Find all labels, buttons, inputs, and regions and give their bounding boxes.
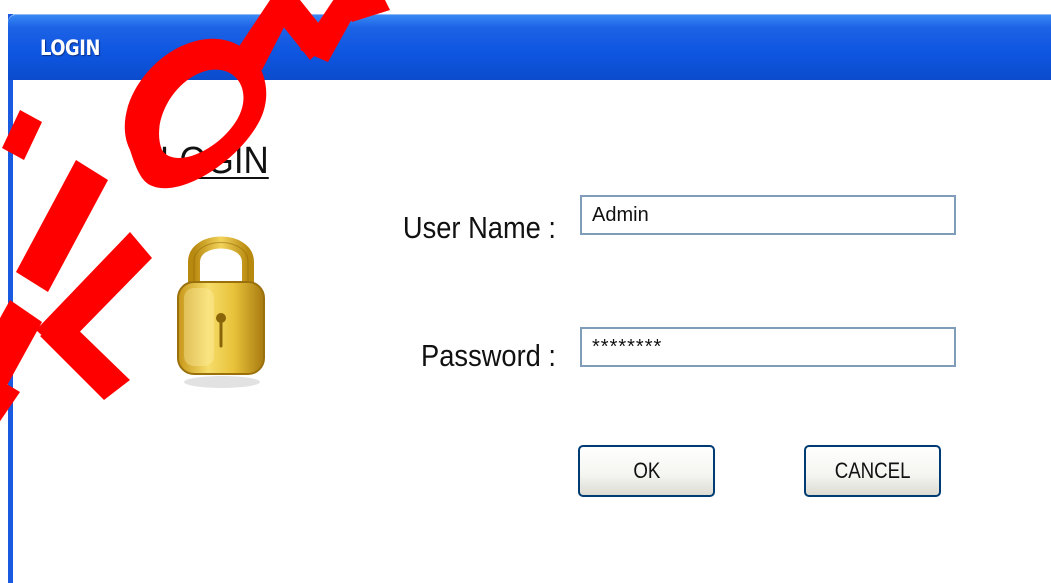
login-window: LOGIN: [8, 14, 1051, 583]
cancel-button-label: CANCEL: [834, 458, 911, 483]
password-label: Password :: [421, 338, 556, 373]
padlock-icon: [177, 236, 265, 388]
ok-button-label: OK: [632, 458, 661, 483]
username-input[interactable]: [580, 195, 956, 235]
ok-button[interactable]: OK: [578, 445, 715, 497]
page: LOGIN LOGIN User Name : Password :: [0, 0, 1051, 583]
password-input[interactable]: [580, 327, 956, 367]
username-label: User Name :: [402, 210, 556, 245]
window-title: LOGIN: [40, 36, 101, 60]
login-heading: LOGIN: [160, 140, 269, 182]
cancel-button[interactable]: CANCEL: [804, 445, 941, 497]
title-bar[interactable]: LOGIN: [8, 14, 1051, 80]
